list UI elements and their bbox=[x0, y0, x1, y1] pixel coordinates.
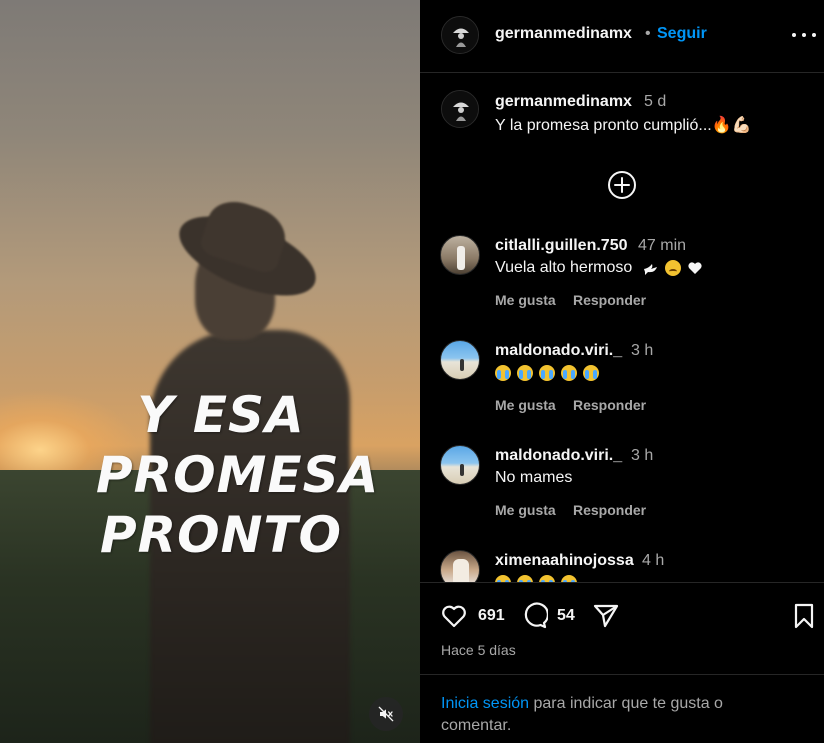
comment-count[interactable]: 54 bbox=[557, 607, 575, 625]
comment-text bbox=[495, 364, 599, 382]
bookmark-icon[interactable] bbox=[790, 602, 818, 630]
comment-bubble-icon[interactable] bbox=[520, 602, 548, 630]
reply-button[interactable]: Responder bbox=[573, 397, 646, 413]
post-media[interactable]: Y ESA PROMESA PRONTO bbox=[0, 0, 420, 743]
comment-time: 4 h bbox=[642, 552, 665, 569]
avatar[interactable] bbox=[440, 445, 480, 485]
comment-text: No mames bbox=[495, 469, 573, 486]
post-header: germanmedinamx • Seguir bbox=[420, 0, 824, 73]
login-text: Inicia sesión para indicar que te gusta … bbox=[441, 693, 781, 737]
avatar-figure-icon bbox=[442, 17, 478, 53]
dove-icon bbox=[643, 263, 657, 275]
comment-text: Vuela alto hermoso bbox=[495, 259, 703, 277]
share-paper-plane-icon[interactable] bbox=[592, 602, 620, 630]
login-prompt: Inicia sesión para indicar que te gusta … bbox=[420, 674, 824, 743]
heart-icon[interactable] bbox=[440, 602, 468, 630]
comment-username[interactable]: maldonado.viri._ bbox=[495, 447, 622, 465]
avatar[interactable] bbox=[440, 340, 480, 380]
overlay-line: PRONTO bbox=[99, 506, 343, 564]
crying-face-icon bbox=[561, 364, 577, 381]
crying-face-icon bbox=[517, 364, 533, 381]
mute-button[interactable] bbox=[369, 697, 403, 731]
like-count[interactable]: 691 bbox=[478, 607, 505, 625]
comment-item: citlalli.guillen.750 47 min Vuela alto h… bbox=[420, 235, 824, 335]
load-more-comments-button[interactable] bbox=[607, 170, 637, 200]
overlay-line: Y ESA bbox=[137, 386, 305, 444]
crying-face-icon bbox=[495, 574, 511, 582]
post-actions: 691 54 Hace 5 días bbox=[420, 582, 824, 674]
overlay-line: PROMESA bbox=[96, 446, 380, 504]
comment-text bbox=[495, 574, 577, 582]
like-comment-button[interactable]: Me gusta bbox=[495, 397, 556, 413]
comment-username[interactable]: ximenaahinojossa bbox=[495, 552, 634, 570]
avatar[interactable] bbox=[441, 90, 479, 128]
plus-circle-icon bbox=[608, 171, 636, 199]
post-panel: germanmedinamx • Seguir germanmedinamx 5… bbox=[420, 0, 824, 743]
reply-button[interactable]: Responder bbox=[573, 502, 646, 518]
crying-face-icon bbox=[495, 364, 511, 381]
comment-item: maldonado.viri._ 3 h Me gusta Responder bbox=[420, 340, 824, 440]
crying-face-icon bbox=[539, 574, 555, 582]
white-heart-icon bbox=[688, 262, 702, 274]
caption-text: Y la promesa pronto cumplió...🔥💪🏻 bbox=[495, 117, 752, 134]
comment-time: 47 min bbox=[638, 237, 687, 254]
crying-face-icon bbox=[561, 574, 577, 582]
follow-button[interactable]: Seguir bbox=[657, 25, 707, 43]
comment-username[interactable]: maldonado.viri._ bbox=[495, 342, 622, 360]
comment-item: maldonado.viri._ 3 h No mames Me gusta R… bbox=[420, 445, 824, 545]
comment-item: ximenaahinojossa 4 h bbox=[420, 550, 824, 582]
crying-face-icon bbox=[539, 364, 555, 381]
crying-face-icon bbox=[517, 574, 533, 582]
comment-body: Vuela alto hermoso bbox=[495, 259, 633, 276]
comment-time: 3 h bbox=[631, 447, 654, 464]
separator-dot: • bbox=[645, 25, 651, 42]
comment-time: 3 h bbox=[631, 342, 654, 359]
comments-section[interactable]: germanmedinamx 5 d Y la promesa pronto c… bbox=[420, 74, 824, 582]
avatar[interactable] bbox=[440, 550, 480, 582]
comment-username[interactable]: citlalli.guillen.750 bbox=[495, 237, 628, 255]
sad-face-icon bbox=[664, 259, 681, 276]
avatar-figure-icon bbox=[442, 91, 478, 127]
reply-button[interactable]: Responder bbox=[573, 292, 646, 308]
like-comment-button[interactable]: Me gusta bbox=[495, 292, 556, 308]
media-overlay-text: Y ESA PROMESA PRONTO bbox=[96, 385, 380, 565]
like-comment-button[interactable]: Me gusta bbox=[495, 502, 556, 518]
more-options-icon[interactable] bbox=[792, 24, 816, 46]
caption-username[interactable]: germanmedinamx bbox=[495, 93, 632, 111]
post-date: Hace 5 días bbox=[441, 642, 516, 658]
avatar[interactable] bbox=[441, 16, 479, 54]
header-username[interactable]: germanmedinamx bbox=[495, 25, 632, 43]
caption-time: 5 d bbox=[644, 93, 667, 110]
login-link[interactable]: Inicia sesión bbox=[441, 695, 529, 712]
muted-speaker-icon bbox=[378, 706, 394, 722]
crying-face-icon bbox=[583, 364, 599, 381]
avatar[interactable] bbox=[440, 235, 480, 275]
